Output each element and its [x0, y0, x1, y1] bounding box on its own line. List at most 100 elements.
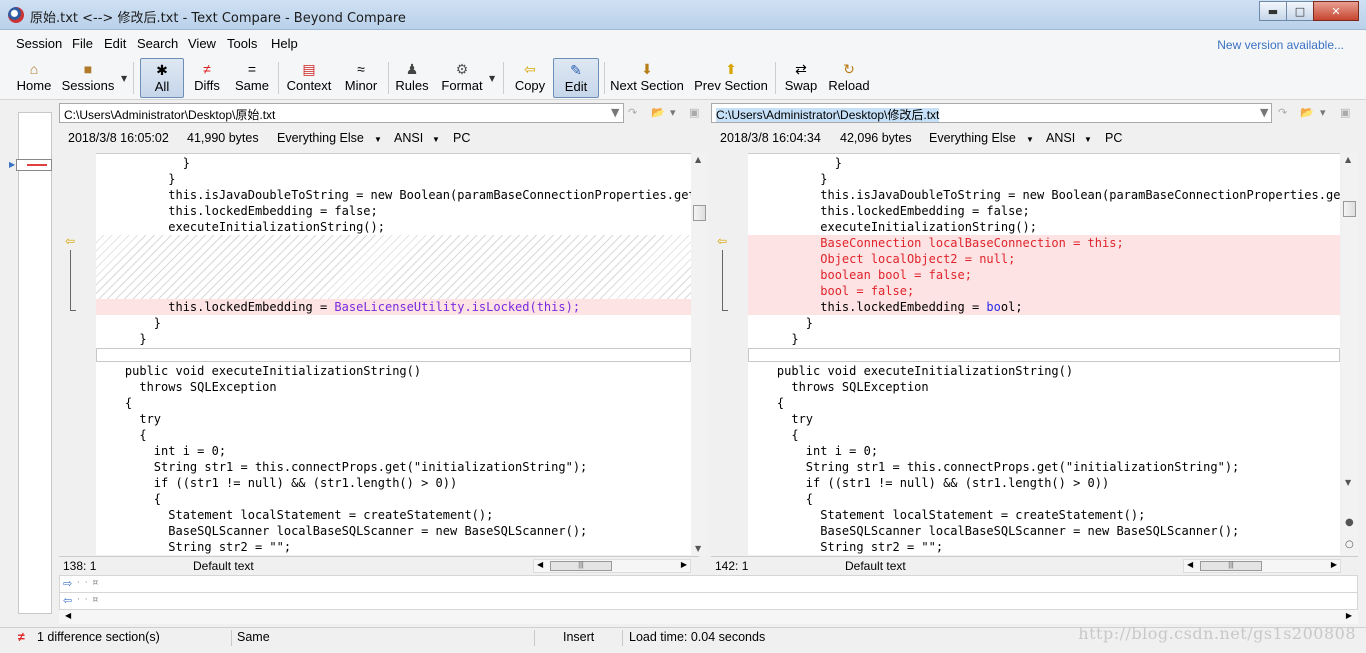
scroll-thumb[interactable]: [693, 205, 706, 221]
left-vertical-scrollbar[interactable]: ▲ ▼: [691, 153, 708, 555]
menu-view[interactable]: View: [188, 36, 216, 51]
scroll-thumb[interactable]: |||: [550, 561, 612, 571]
menu-file[interactable]: File: [72, 36, 93, 51]
format-dropdown-icon[interactable]: ▼: [489, 74, 495, 83]
code-line: try: [96, 412, 162, 426]
code-line: if ((str1 != null) && (str1.length() > 0…: [748, 476, 1110, 490]
reload-button[interactable]: ↻ Reload: [827, 58, 871, 98]
right-history-icon[interactable]: ↷: [1278, 106, 1287, 119]
next-section-button[interactable]: ⬇ Next Section: [609, 58, 685, 98]
code-line: Statement localStatement = createStateme…: [748, 508, 1146, 522]
code-line: }: [748, 172, 828, 186]
scroll-up-icon[interactable]: ▲: [695, 155, 701, 164]
home-button[interactable]: ⌂ Home: [14, 58, 54, 98]
title-bar: 原始.txt <--> 修改后.txt - Text Compare - Bey…: [0, 0, 1366, 30]
minimize-button[interactable]: ▬: [1259, 1, 1287, 21]
swap-button[interactable]: ⇄ Swap: [783, 58, 819, 98]
down-arrow-icon: ⬇: [641, 61, 653, 77]
scroll-down-icon[interactable]: ▼: [1345, 478, 1351, 487]
left-encoding-dropdown-icon[interactable]: ▼: [432, 135, 440, 144]
code-line: BaseSQLScanner localBaseSQLScanner = new…: [748, 524, 1240, 538]
scroll-down-icon[interactable]: ▼: [695, 544, 701, 553]
left-encoding-select[interactable]: ANSI: [394, 131, 423, 145]
left-copy-to-left-arrow-icon[interactable]: ⇦: [65, 234, 75, 248]
left-history-icon[interactable]: ↷: [628, 106, 637, 119]
copy-button[interactable]: ⇦ Copy: [512, 58, 548, 98]
menu-edit[interactable]: Edit: [104, 36, 126, 51]
left-open-folder-icon[interactable]: 📂: [651, 106, 665, 119]
toolbar-separator: [604, 62, 605, 94]
minor-button[interactable]: ≈ Minor: [342, 58, 380, 98]
left-folder-dropdown-icon[interactable]: ▾: [670, 106, 676, 119]
detail-horizontal-scrollbar[interactable]: ◀ ▶: [59, 610, 1358, 624]
sessions-dropdown-icon[interactable]: ▼: [121, 74, 127, 83]
rules-button[interactable]: ♟ Rules: [395, 58, 429, 98]
code-line: BaseSQLScanner localBaseSQLScanner = new…: [96, 524, 588, 538]
left-filter-select[interactable]: Everything Else: [277, 131, 364, 145]
menu-help[interactable]: Help: [271, 36, 298, 51]
right-encoding-dropdown-icon[interactable]: ▼: [1084, 135, 1092, 144]
overview-difference-marker[interactable]: [16, 159, 52, 171]
close-button[interactable]: ✕: [1313, 1, 1359, 21]
menu-session[interactable]: Session: [16, 36, 62, 51]
sessions-button[interactable]: ■ Sessions: [60, 58, 116, 98]
prev-section-button[interactable]: ⬆ Prev Section: [693, 58, 769, 98]
right-copy-to-left-arrow-icon[interactable]: ⇦: [717, 234, 727, 248]
scroll-thumb[interactable]: [1343, 201, 1356, 217]
left-line-ending[interactable]: PC: [453, 131, 470, 145]
right-path-dropdown-icon[interactable]: ▼: [1260, 106, 1268, 119]
maximize-button[interactable]: □: [1286, 1, 1314, 21]
scroll-left-icon[interactable]: ◀: [537, 560, 543, 569]
code-line: String str2 = "";: [748, 540, 944, 554]
scroll-right-icon[interactable]: ▶: [1346, 611, 1352, 620]
difference-count: 1 difference section(s): [37, 630, 160, 644]
code-line: }: [96, 172, 176, 186]
left-path-dropdown-icon[interactable]: ▼: [611, 106, 619, 119]
format-button[interactable]: ⚙ Format: [440, 58, 484, 98]
diffs-button[interactable]: ≠ Diffs: [190, 58, 224, 98]
scroll-right-icon[interactable]: ▶: [1331, 560, 1337, 569]
load-time: Load time: 0.04 seconds: [629, 630, 766, 644]
left-code-pane[interactable]: } } this.isJavaDoubleToString = new Bool…: [96, 153, 691, 555]
inserted-line: Object localObject2 = null;: [748, 251, 1340, 267]
edit-button[interactable]: ✎ Edit: [553, 58, 599, 98]
left-path-input[interactable]: C:\Users\Administrator\Desktop\原始.txt: [59, 103, 624, 123]
thumbnail-overview[interactable]: [18, 112, 52, 614]
left-horizontal-scrollbar[interactable]: ◀ ||| ▶: [533, 559, 691, 573]
same-button[interactable]: = Same: [234, 58, 270, 98]
scroll-up-icon[interactable]: ▲: [1345, 155, 1351, 164]
right-encoding-select[interactable]: ANSI: [1046, 131, 1075, 145]
line-detail-left[interactable]: ⇨ · · ¤: [59, 575, 1358, 593]
blank-line: [96, 348, 691, 362]
right-filter-select[interactable]: Everything Else: [929, 131, 1016, 145]
new-version-link[interactable]: New version available...: [1217, 38, 1344, 52]
code-line: public void executeInitializationString(…: [96, 364, 422, 378]
right-open-folder-icon[interactable]: 📂: [1300, 106, 1314, 119]
menu-search[interactable]: Search: [137, 36, 178, 51]
left-filter-dropdown-icon[interactable]: ▼: [374, 135, 382, 144]
context-button[interactable]: ▤ Context: [286, 58, 332, 98]
right-file-info: 2018/3/8 16:04:34 42,096 bytes Everythin…: [711, 131, 1351, 149]
right-code-pane[interactable]: } } this.isJavaDoubleToString = new Bool…: [748, 153, 1340, 555]
scroll-right-icon[interactable]: ▶: [681, 560, 687, 569]
right-file-size: 42,096 bytes: [840, 131, 912, 145]
code-line: }: [748, 316, 814, 330]
line-detail-right[interactable]: ⇦ · · ¤: [59, 592, 1358, 610]
right-line-ending[interactable]: PC: [1105, 131, 1122, 145]
right-path-input[interactable]: C:\Users\Administrator\Desktop\修改后.txt: [711, 103, 1272, 123]
left-save-icon[interactable]: ▣: [689, 106, 699, 119]
scroll-left-icon[interactable]: ◀: [65, 611, 71, 620]
code-line: this.lockedEmbedding = false;: [748, 204, 1030, 218]
right-folder-dropdown-icon[interactable]: ▾: [1320, 106, 1326, 119]
referee-icon: ♟: [405, 61, 419, 77]
scroll-thumb[interactable]: |||: [1200, 561, 1262, 571]
right-vertical-scrollbar[interactable]: ▲ ▼ ● ○: [1341, 153, 1358, 555]
scroll-left-icon[interactable]: ◀: [1187, 560, 1193, 569]
right-save-icon[interactable]: ▣: [1340, 106, 1350, 119]
left-file-size: 41,990 bytes: [187, 131, 259, 145]
difference-icon: ≠: [18, 630, 25, 644]
all-button[interactable]: ✱ All: [140, 58, 184, 98]
right-filter-dropdown-icon[interactable]: ▼: [1026, 135, 1034, 144]
menu-tools[interactable]: Tools: [227, 36, 257, 51]
right-horizontal-scrollbar[interactable]: ◀ ||| ▶: [1183, 559, 1341, 573]
